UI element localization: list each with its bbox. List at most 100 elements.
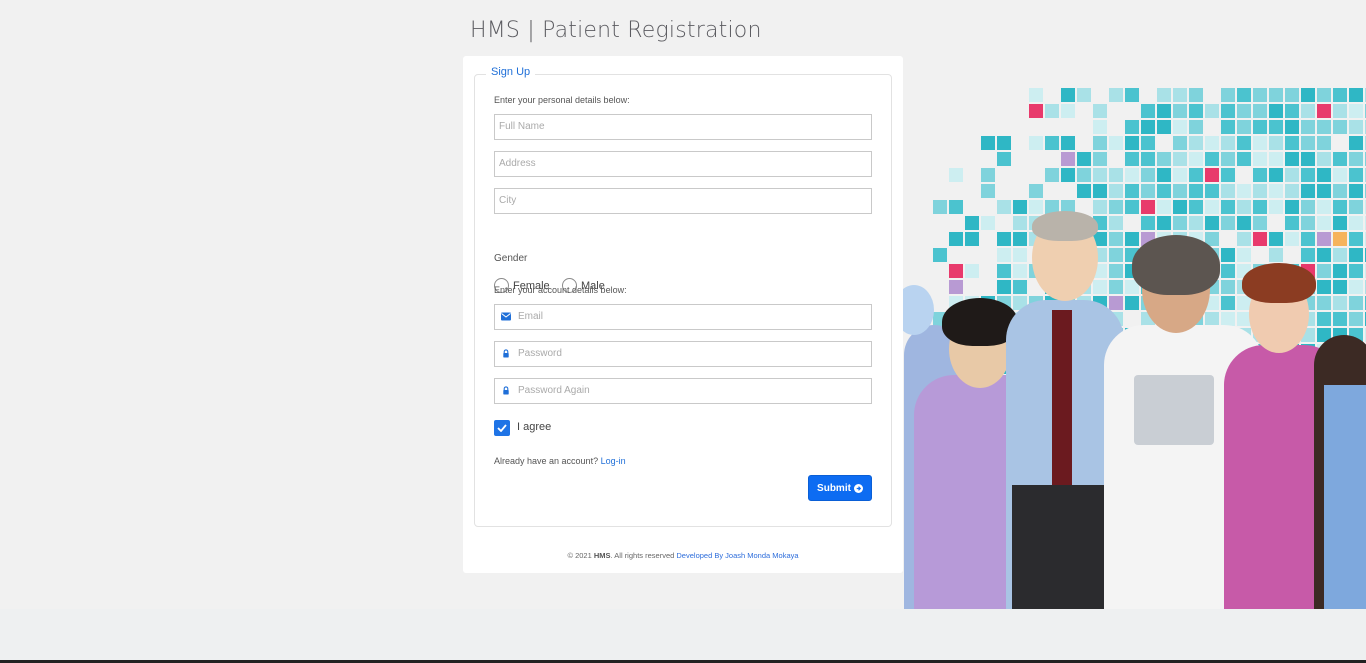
mosaic-tile bbox=[1301, 216, 1315, 230]
submit-button[interactable]: Submit bbox=[808, 475, 872, 501]
password-again-placeholder: Password Again bbox=[518, 385, 590, 396]
mosaic-tile bbox=[1237, 152, 1251, 166]
mosaic-tile bbox=[1061, 168, 1075, 182]
mosaic-tile bbox=[1093, 200, 1107, 214]
mosaic-tile bbox=[1317, 232, 1331, 246]
mosaic-tile bbox=[1221, 136, 1235, 150]
mosaic-tile bbox=[1221, 152, 1235, 166]
mosaic-tile bbox=[1205, 104, 1219, 118]
mosaic-tile bbox=[1317, 184, 1331, 198]
mosaic-tile bbox=[1333, 88, 1347, 102]
password-again-input[interactable]: Password Again bbox=[494, 378, 872, 404]
mosaic-tile bbox=[1317, 152, 1331, 166]
already-account-label: Already have an account? bbox=[494, 456, 599, 466]
mosaic-tile bbox=[1189, 104, 1203, 118]
mosaic-tile bbox=[1269, 232, 1283, 246]
mosaic-tile bbox=[1285, 200, 1299, 214]
mosaic-tile bbox=[1157, 88, 1171, 102]
mosaic-tile bbox=[1301, 104, 1315, 118]
mosaic-tile bbox=[1125, 136, 1139, 150]
mosaic-tile bbox=[1333, 232, 1347, 246]
account-details-hint: Enter your account details below: bbox=[494, 285, 627, 295]
mosaic-tile bbox=[1125, 120, 1139, 134]
mosaic-tile bbox=[1253, 184, 1267, 198]
lock-icon bbox=[503, 386, 509, 395]
mosaic-tile bbox=[1093, 152, 1107, 166]
mosaic-tile bbox=[1205, 152, 1219, 166]
mosaic-tile bbox=[1301, 168, 1315, 182]
mosaic-tile bbox=[1253, 232, 1267, 246]
mosaic-tile bbox=[1317, 136, 1331, 150]
page-title: HMS | Patient Registration bbox=[470, 18, 762, 43]
mosaic-tile bbox=[1221, 168, 1235, 182]
lock-icon bbox=[503, 349, 509, 358]
mosaic-tile bbox=[1253, 200, 1267, 214]
bottom-band bbox=[0, 609, 1366, 663]
mosaic-tile bbox=[1061, 104, 1075, 118]
mosaic-tile bbox=[1301, 120, 1315, 134]
mosaic-tile bbox=[1221, 120, 1235, 134]
password-input[interactable]: Password bbox=[494, 341, 872, 367]
mosaic-tile bbox=[1173, 168, 1187, 182]
mosaic-tile bbox=[997, 200, 1011, 214]
mosaic-tile bbox=[1045, 104, 1059, 118]
mosaic-tile bbox=[1125, 152, 1139, 166]
mosaic-tile bbox=[1061, 136, 1075, 150]
email-input[interactable]: Email bbox=[494, 304, 872, 330]
mosaic-tile bbox=[1173, 120, 1187, 134]
mosaic-tile bbox=[1141, 104, 1155, 118]
mosaic-tile bbox=[1029, 88, 1043, 102]
address-input[interactable]: Address bbox=[494, 151, 872, 177]
mosaic-tile bbox=[1221, 216, 1235, 230]
mosaic-tile bbox=[1333, 104, 1347, 118]
mosaic-tile bbox=[1317, 104, 1331, 118]
mosaic-tile bbox=[1333, 200, 1347, 214]
mosaic-tile bbox=[1317, 200, 1331, 214]
mosaic-tile bbox=[1285, 216, 1299, 230]
mosaic-tile bbox=[1093, 104, 1107, 118]
mosaic-tile bbox=[1333, 152, 1347, 166]
mosaic-tile bbox=[1237, 104, 1251, 118]
full-name-input[interactable]: Full Name bbox=[494, 114, 872, 140]
medical-staff-photo bbox=[894, 211, 1366, 609]
mosaic-tile bbox=[1173, 200, 1187, 214]
arrow-circle-right-icon bbox=[853, 483, 863, 493]
mosaic-tile bbox=[1189, 200, 1203, 214]
mosaic-tile bbox=[1157, 152, 1171, 166]
mosaic-tile bbox=[1061, 152, 1075, 166]
mosaic-tile bbox=[933, 200, 947, 214]
mosaic-tile bbox=[1141, 120, 1155, 134]
mosaic-tile bbox=[1077, 184, 1091, 198]
mosaic-tile bbox=[1205, 200, 1219, 214]
mosaic-tile bbox=[1189, 152, 1203, 166]
mosaic-tile bbox=[1317, 88, 1331, 102]
mosaic-tile bbox=[1157, 168, 1171, 182]
mosaic-tile bbox=[1269, 168, 1283, 182]
footer: © 2021 HMS. All rights reserved Develope… bbox=[463, 551, 903, 560]
mosaic-tile bbox=[1093, 120, 1107, 134]
mosaic-tile bbox=[981, 168, 995, 182]
mosaic-tile bbox=[1285, 184, 1299, 198]
mosaic-tile bbox=[1061, 88, 1075, 102]
mosaic-tile bbox=[1285, 120, 1299, 134]
mosaic-tile bbox=[1093, 168, 1107, 182]
mosaic-tile bbox=[1045, 136, 1059, 150]
mosaic-tile bbox=[1173, 104, 1187, 118]
login-link[interactable]: Log-in bbox=[601, 456, 626, 466]
mosaic-tile bbox=[1173, 184, 1187, 198]
mosaic-tile bbox=[1125, 232, 1139, 246]
mosaic-tile bbox=[1157, 216, 1171, 230]
footer-brand: HMS bbox=[593, 551, 611, 560]
city-input[interactable]: City bbox=[494, 188, 872, 214]
mosaic-tile bbox=[1349, 104, 1363, 118]
mosaic-tile bbox=[1141, 136, 1155, 150]
mosaic-tile bbox=[965, 232, 979, 246]
agree-checkbox[interactable] bbox=[494, 420, 510, 436]
mosaic-tile bbox=[1205, 136, 1219, 150]
mosaic-tile bbox=[1237, 200, 1251, 214]
password-placeholder: Password bbox=[518, 348, 562, 359]
registration-card: Sign Up Enter your personal details belo… bbox=[463, 56, 903, 573]
footer-copyright: © 2021 bbox=[567, 551, 592, 560]
mosaic-tile bbox=[1077, 152, 1091, 166]
mosaic-tile bbox=[1045, 168, 1059, 182]
